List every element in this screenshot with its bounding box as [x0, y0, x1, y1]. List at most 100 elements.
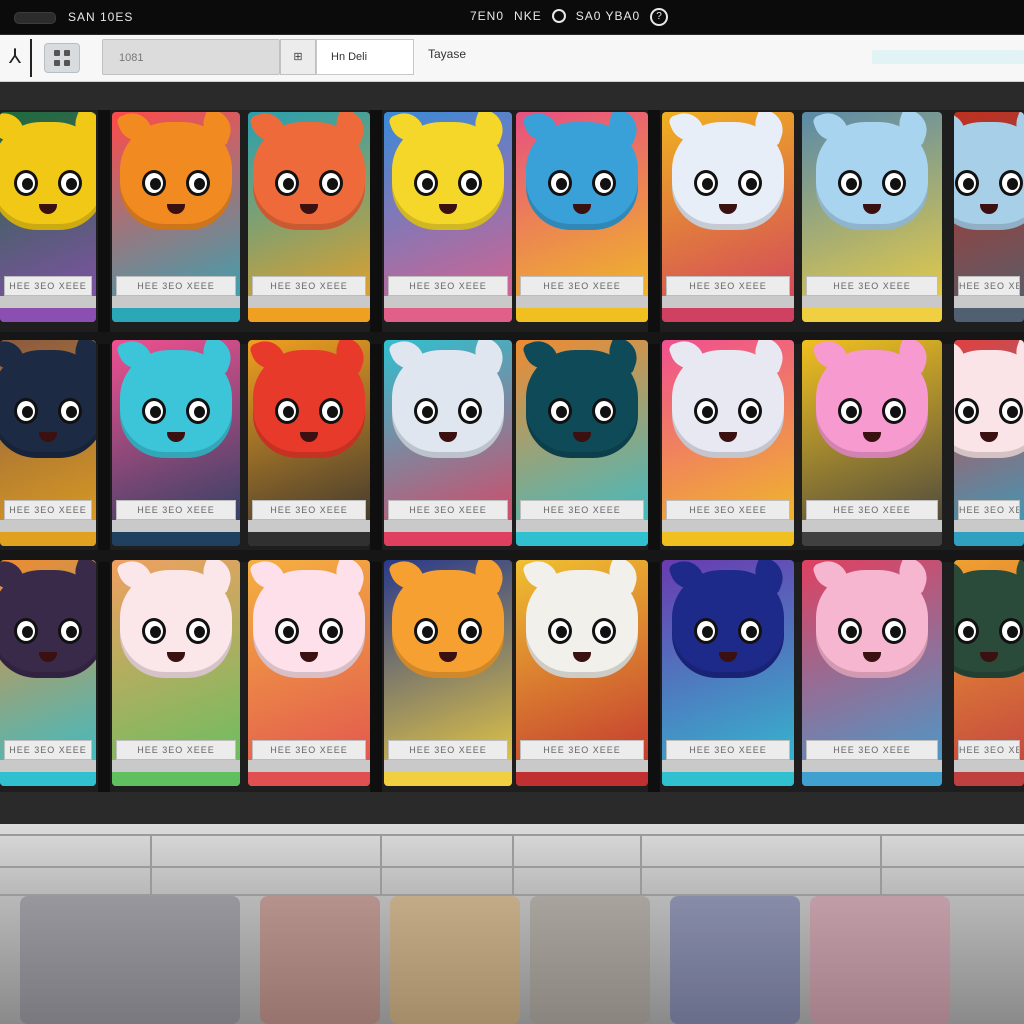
character-eye [694, 170, 718, 196]
card-base [802, 532, 942, 546]
card-base [662, 772, 794, 786]
character-eye [738, 618, 762, 644]
back-button[interactable]: ⅄ [0, 39, 32, 77]
character-eye [592, 398, 616, 424]
status-b: NKE [514, 9, 542, 23]
card-base [662, 532, 794, 546]
character-eye [458, 398, 482, 424]
price-label: HEE 3EO XEEE [252, 276, 366, 296]
product-card[interactable]: HEE 3EO XEEE [0, 340, 96, 546]
shelf-lip [112, 296, 240, 308]
product-card[interactable]: HEE 3EO XEEE [384, 112, 512, 322]
character-eye [414, 398, 438, 424]
product-card[interactable]: HEE 3EO XEEE [248, 340, 370, 546]
product-card[interactable]: HEE 3EO XEEE [0, 560, 96, 786]
product-card[interactable]: HEE 3EO XEEE [112, 560, 240, 786]
price-label: HEE 3EO XEEE [958, 740, 1020, 760]
character-eye [14, 170, 38, 196]
price-label: HEE 3EO XEEE [520, 740, 644, 760]
card-base [248, 772, 370, 786]
shelf-lip [384, 520, 512, 532]
product-card[interactable]: HEE 3EO XEEE [954, 340, 1024, 546]
character-eye [838, 398, 862, 424]
grid-icon [54, 50, 60, 56]
price-label: HEE 3EO XEEE [958, 500, 1020, 520]
system-bar: SAN 10ES 7EN0 NKE SA0 YBA0 ? [0, 0, 1024, 35]
product-card[interactable]: HEE 3EO XEEE [802, 112, 942, 322]
product-card[interactable]: HEE 3EO XEEE [384, 560, 512, 786]
grid-view-button[interactable] [44, 43, 80, 73]
character-eye [738, 170, 762, 196]
progress-strip [872, 50, 1024, 64]
price-label: HEE 3EO XEEE [806, 276, 938, 296]
price-label: HEE 3EO XEEE [252, 500, 366, 520]
product-card[interactable]: HEE 3EO XEEE [384, 340, 512, 546]
shelf-lip [112, 760, 240, 772]
tile-line [380, 834, 382, 894]
product-card[interactable]: HEE 3EO XEEE [0, 112, 96, 322]
character-eye [882, 170, 906, 196]
product-card[interactable]: HEE 3EO XEEE [662, 340, 794, 546]
character-eye [458, 170, 482, 196]
grid-icon-cell [64, 60, 70, 66]
card-base [802, 308, 942, 322]
card-base [112, 308, 240, 322]
shelf-lip [248, 296, 370, 308]
shelf-lip [112, 520, 240, 532]
dot-icon[interactable] [551, 9, 566, 23]
card-base [0, 532, 96, 546]
character-eye [142, 170, 166, 196]
character-eye [58, 398, 82, 424]
price-label: HEE 3EO XEEE [116, 740, 236, 760]
character-eye [14, 618, 38, 644]
shelf-divider [648, 110, 660, 792]
help-icon[interactable]: ? [650, 8, 668, 26]
character-eye [186, 170, 210, 196]
product-card[interactable]: HEE 3EO XEEE [112, 112, 240, 322]
character-eye [58, 170, 82, 196]
price-label: HEE 3EO XEEE [958, 276, 1020, 296]
product-card[interactable]: HEE 3EO XEEE [802, 340, 942, 546]
card-base [0, 772, 96, 786]
card-base [516, 772, 648, 786]
card-base [384, 308, 512, 322]
tag-label[interactable]: Tayase [428, 47, 466, 61]
shelf-lip [0, 296, 96, 308]
character-eye [999, 170, 1023, 196]
tile-line [512, 834, 514, 894]
product-card[interactable]: HEE 3EO XEEE [954, 560, 1024, 786]
product-card[interactable]: HEE 3EO XEEE [662, 560, 794, 786]
character-eye [592, 170, 616, 196]
product-card[interactable]: HEE 3EO XEEE [112, 340, 240, 546]
price-label: HEE 3EO XEEE [666, 500, 790, 520]
grid-icon-cell [64, 50, 70, 56]
character-eye [319, 170, 343, 196]
price-label: HEE 3EO XEEE [666, 740, 790, 760]
shelf-lip [516, 296, 648, 308]
shelf-lip [516, 520, 648, 532]
product-card[interactable]: HEE 3EO XEEE [802, 560, 942, 786]
card-base [248, 308, 370, 322]
card-base [662, 308, 794, 322]
field-icon[interactable]: ⊞ [280, 39, 316, 75]
tile-line [150, 834, 152, 894]
toolbar: ⅄ 1081 ⊞ Hn Deli Tayase [0, 35, 1024, 82]
window-pill[interactable] [14, 12, 56, 24]
floor-reflection [390, 896, 520, 1024]
product-card[interactable]: HEE 3EO XEEE [954, 112, 1024, 322]
card-base [0, 308, 96, 322]
product-card[interactable]: HEE 3EO XEEE [662, 112, 794, 322]
product-card[interactable]: HEE 3EO XEEE [516, 560, 648, 786]
filter-field[interactable]: Hn Deli [316, 39, 414, 75]
product-card[interactable]: HEE 3EO XEEE [248, 112, 370, 322]
character-eye [694, 618, 718, 644]
character-eye [838, 618, 862, 644]
product-card[interactable]: HEE 3EO XEEE [516, 112, 648, 322]
product-card[interactable]: HEE 3EO XEEE [516, 340, 648, 546]
search-input[interactable]: 1081 [102, 39, 280, 75]
app-window: SAN 10ES 7EN0 NKE SA0 YBA0 ? ⅄ 1081 ⊞ Hn… [0, 0, 1024, 1024]
price-label: HEE 3EO XEEE [806, 740, 938, 760]
app-label: SAN 10ES [68, 10, 134, 24]
product-card[interactable]: HEE 3EO XEEE [248, 560, 370, 786]
character-eye [414, 170, 438, 196]
